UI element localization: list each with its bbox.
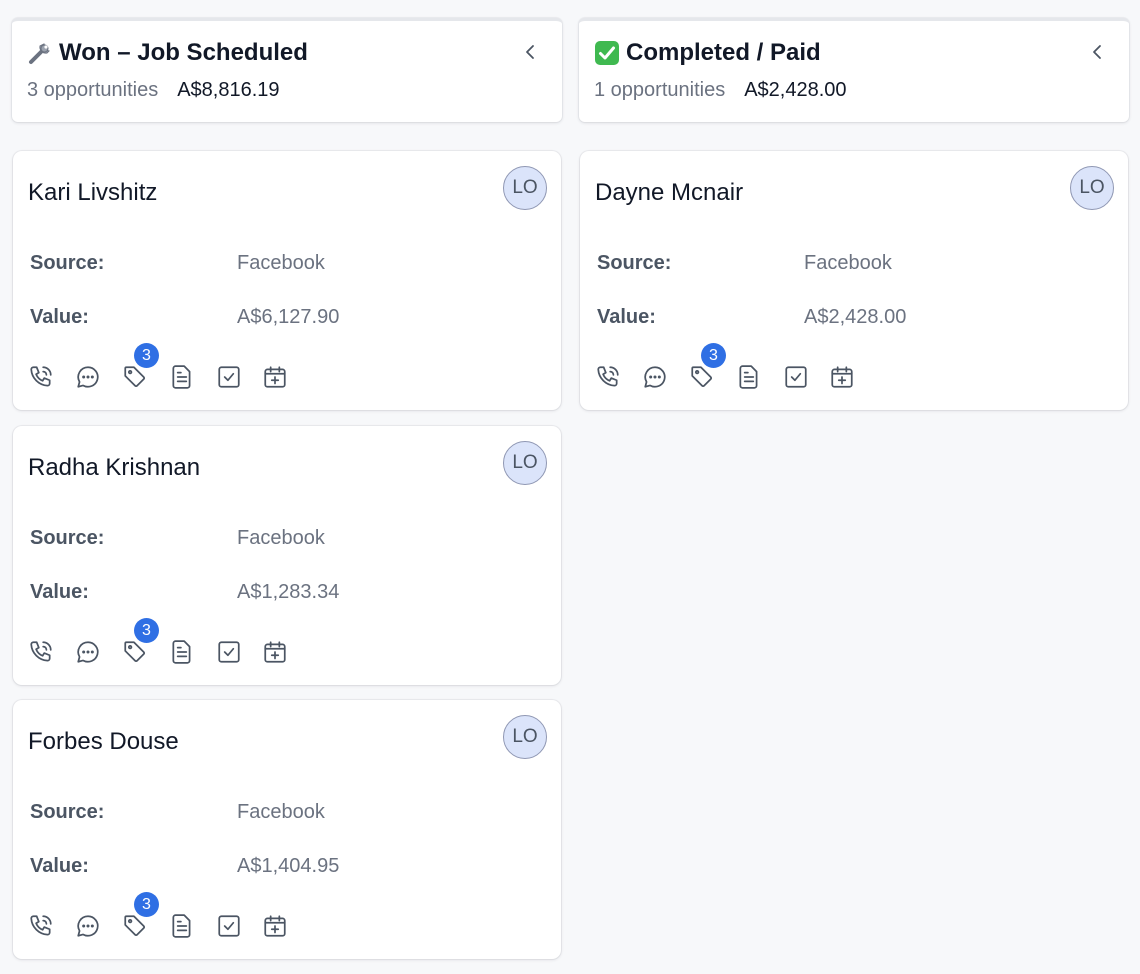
chevron-left-icon[interactable] [522, 43, 540, 61]
task-checkbox-icon[interactable] [782, 363, 810, 391]
calendar-add-icon[interactable] [261, 363, 289, 391]
column-title: Completed / Paid [626, 39, 821, 66]
pipeline-column-completed-paid: Completed / Paid 1 opportunities A$2,428… [579, 18, 1129, 410]
message-icon[interactable] [74, 363, 102, 391]
column-title: Won – Job Scheduled [59, 39, 308, 66]
source-label: Source: [30, 527, 105, 549]
phone-icon[interactable] [27, 363, 55, 391]
contact-name: Dayne Mcnair [595, 179, 744, 206]
card-actions: 3 [594, 343, 894, 393]
message-icon[interactable] [74, 912, 102, 940]
opportunity-value: A$1,283.34 [237, 581, 340, 603]
source-label: Source: [30, 252, 105, 274]
opportunity-value: A$6,127.90 [237, 306, 340, 328]
opportunity-card[interactable]: Radha Krishnan LO Source: Facebook Value… [13, 426, 561, 685]
column-total-value: A$2,428.00 [744, 79, 847, 101]
opportunity-card[interactable]: Forbes Douse LO Source: Facebook Value: … [13, 700, 561, 959]
wrench-icon [29, 43, 50, 64]
source-label: Source: [597, 252, 672, 274]
contact-name: Forbes Douse [28, 728, 179, 755]
opportunity-card[interactable]: Dayne Mcnair LO Source: Facebook Value: … [580, 151, 1128, 410]
avatar[interactable]: LO [503, 166, 547, 210]
calendar-add-icon[interactable] [828, 363, 856, 391]
value-label: Value: [30, 581, 89, 603]
card-actions: 3 [27, 618, 327, 668]
value-label: Value: [30, 306, 89, 328]
source-value: Facebook [804, 252, 892, 274]
task-checkbox-icon[interactable] [215, 912, 243, 940]
message-icon[interactable] [641, 363, 669, 391]
source-value: Facebook [237, 527, 325, 549]
tag-count-badge: 3 [134, 892, 159, 917]
avatar[interactable]: LO [503, 715, 547, 759]
opportunity-value: A$1,404.95 [237, 855, 340, 877]
chevron-left-icon[interactable] [1089, 43, 1107, 61]
note-icon[interactable] [168, 638, 196, 666]
source-label: Source: [30, 801, 105, 823]
contact-name: Kari Livshitz [28, 179, 158, 206]
tag-count-badge: 3 [134, 343, 159, 368]
source-value: Facebook [237, 252, 325, 274]
avatar[interactable]: LO [1070, 166, 1114, 210]
value-label: Value: [30, 855, 89, 877]
note-icon[interactable] [735, 363, 763, 391]
check-mark-button-icon [595, 41, 619, 65]
note-icon[interactable] [168, 912, 196, 940]
avatar[interactable]: LO [503, 441, 547, 485]
source-value: Facebook [237, 801, 325, 823]
calendar-add-icon[interactable] [261, 912, 289, 940]
opportunity-count: 3 opportunities [27, 79, 159, 101]
task-checkbox-icon[interactable] [215, 638, 243, 666]
pipeline-board: Won – Job Scheduled 3 opportunities A$8,… [0, 0, 1140, 974]
note-icon[interactable] [168, 363, 196, 391]
value-label: Value: [597, 306, 656, 328]
pipeline-column-won-job-scheduled: Won – Job Scheduled 3 opportunities A$8,… [12, 18, 562, 959]
task-checkbox-icon[interactable] [215, 363, 243, 391]
column-total-value: A$8,816.19 [177, 79, 280, 101]
opportunity-count: 1 opportunities [594, 79, 726, 101]
calendar-add-icon[interactable] [261, 638, 289, 666]
tag-count-badge: 3 [134, 618, 159, 643]
opportunity-card[interactable]: Kari Livshitz LO Source: Facebook Value:… [13, 151, 561, 410]
card-actions: 3 [27, 343, 327, 393]
opportunity-value: A$2,428.00 [804, 306, 907, 328]
phone-icon[interactable] [27, 912, 55, 940]
message-icon[interactable] [74, 638, 102, 666]
card-actions: 3 [27, 892, 327, 942]
column-header: Won – Job Scheduled 3 opportunities A$8,… [12, 18, 562, 122]
column-header: Completed / Paid 1 opportunities A$2,428… [579, 18, 1129, 122]
phone-icon[interactable] [594, 363, 622, 391]
contact-name: Radha Krishnan [28, 454, 201, 481]
phone-icon[interactable] [27, 638, 55, 666]
tag-count-badge: 3 [701, 343, 726, 368]
